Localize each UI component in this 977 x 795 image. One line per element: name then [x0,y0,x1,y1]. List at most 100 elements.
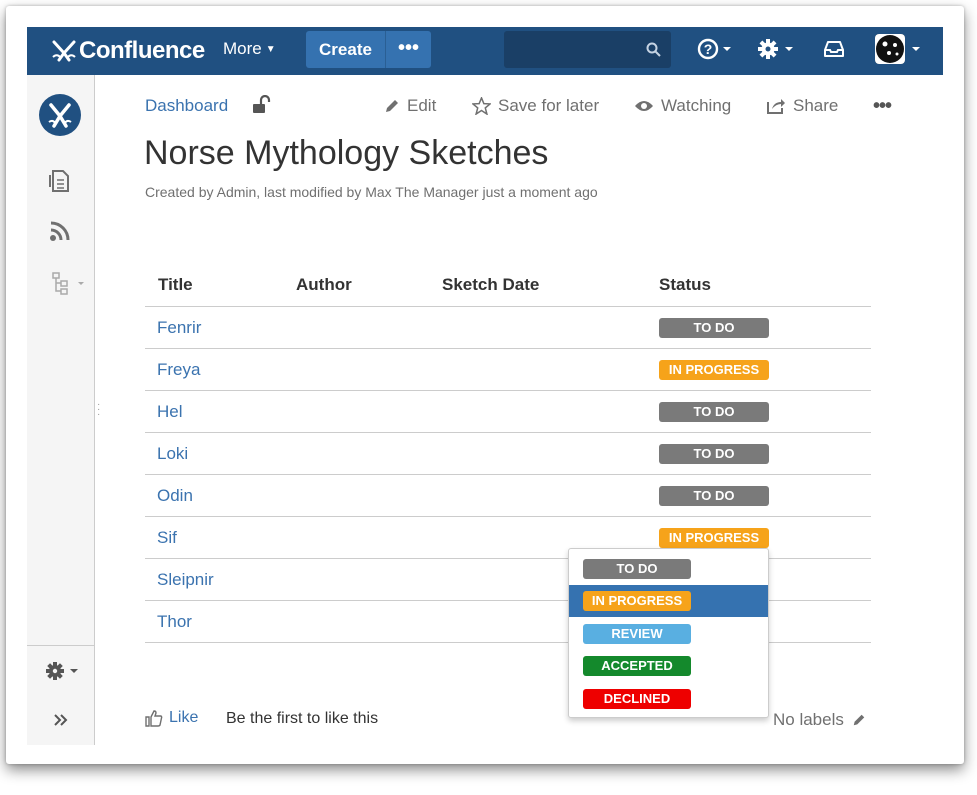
column-header-sketch-date: Sketch Date [429,264,646,307]
unlock-icon [253,94,271,113]
pencil-icon [386,100,398,112]
gear-icon [46,662,78,680]
inbox-icon [824,41,844,57]
status-dropdown: TO DO IN PROGRESS REVIEW ACCEPTED DECLINED [568,548,769,718]
double-chevron-right-icon [54,714,68,726]
breadcrumb-dashboard[interactable]: Dashboard [145,96,228,116]
table-header-row: Title Author Sketch Date Status [145,264,871,307]
like-label: Like [169,709,199,726]
row-author-cell [283,516,429,559]
row-status-cell[interactable]: IN PROGRESS [646,348,871,391]
page-metadata: Created by Admin, last modified by Max T… [145,184,598,200]
column-header-title: Title [145,264,283,307]
user-menu-chevron[interactable] [911,41,921,59]
row-title-link[interactable]: Hel [145,390,283,433]
row-title-link[interactable]: Thor [145,600,283,643]
blog-button[interactable] [48,219,72,248]
status-option[interactable]: REVIEW [569,618,768,650]
page-tree-button[interactable] [51,271,87,300]
gear-icon [758,39,793,59]
row-status-cell[interactable]: TO DO [646,390,871,433]
top-nav-bar: Confluence More ▼ Create ••• ? [27,27,943,75]
row-status-cell[interactable]: TO DO [646,432,871,475]
search-input[interactable] [504,31,671,68]
row-title-link[interactable]: Sif [145,516,283,559]
more-actions-button[interactable]: ••• [873,95,892,118]
status-option[interactable]: ACCEPTED [569,650,768,682]
row-author-cell [283,348,429,391]
confluence-logo-icon [52,40,76,62]
row-author-cell [283,558,429,601]
edit-button[interactable]: Edit [384,96,436,116]
space-logo-icon [48,103,72,128]
expand-sidebar-button[interactable] [53,712,69,733]
watching-label: Watching [661,96,732,115]
status-lozenge[interactable]: IN PROGRESS [659,359,769,380]
table-row: Odin TO DO [145,474,871,517]
page-title: Norse Mythology Sketches [144,134,549,172]
confluence-logo[interactable]: Confluence [51,35,205,67]
help-icon: ? [697,38,731,60]
share-label: Share [793,96,839,115]
svg-text:?: ? [704,41,713,57]
pages-icon [49,170,69,192]
status-lozenge[interactable]: TO DO [659,485,769,506]
sidebar-divider [27,645,94,646]
row-title-link[interactable]: Loki [145,432,283,475]
row-status-cell[interactable]: TO DO [646,306,871,349]
status-lozenge[interactable]: TO DO [659,443,769,464]
inbox-button[interactable] [822,37,846,66]
eye-icon [635,101,653,111]
table-row: Fenrir TO DO [145,306,871,349]
like-button[interactable]: Like [145,709,198,727]
pages-button[interactable] [48,167,72,198]
row-title-link[interactable]: Freya [145,348,283,391]
sidebar-resize-handle[interactable]: · · · [97,400,100,420]
row-sketch-date-cell [429,432,646,475]
space-settings-button[interactable] [45,660,83,689]
user-avatar[interactable] [875,34,905,64]
table-row: Freya IN PROGRESS [145,348,871,391]
row-status-cell[interactable]: TO DO [646,474,871,517]
row-sketch-date-cell [429,474,646,517]
row-sketch-date-cell [429,390,646,433]
help-menu[interactable]: ? [697,37,733,68]
create-more-button[interactable]: ••• [385,31,431,68]
create-button[interactable]: Create [306,31,385,68]
space-logo[interactable] [39,94,81,136]
status-option-lozenge: ACCEPTED [583,656,691,676]
pencil-icon[interactable] [852,713,866,727]
status-option-lozenge: REVIEW [583,624,691,644]
page-tree-icon [52,272,84,295]
restrictions-button[interactable] [251,94,271,120]
save-for-later-label: Save for later [498,96,600,115]
column-header-status: Status [646,264,871,307]
more-label: More [223,39,262,58]
settings-menu[interactable] [757,37,797,68]
status-option[interactable]: IN PROGRESS [569,585,768,617]
more-menu[interactable]: More ▼ [223,39,276,59]
edit-label: Edit [407,96,437,115]
watching-button[interactable]: Watching [634,96,731,116]
status-option[interactable]: DECLINED [569,683,768,715]
app-name: Confluence [79,37,205,64]
status-option[interactable]: TO DO [569,553,768,585]
no-labels-text: No labels [773,710,844,729]
share-icon [767,99,785,114]
thumbs-up-icon [145,709,163,727]
row-author-cell [283,306,429,349]
status-lozenge[interactable]: TO DO [659,401,769,422]
table-row: Loki TO DO [145,432,871,475]
share-button[interactable]: Share [766,96,838,116]
row-sketch-date-cell [429,306,646,349]
row-author-cell [283,600,429,643]
row-title-link[interactable]: Odin [145,474,283,517]
row-title-link[interactable]: Sleipnir [145,558,283,601]
status-lozenge[interactable]: IN PROGRESS [659,527,769,548]
save-for-later-button[interactable]: Save for later [472,96,599,116]
row-title-link[interactable]: Fenrir [145,306,283,349]
labels-section: No labels [773,710,866,730]
avatar-icon [875,34,905,64]
like-summary: Be the first to like this [226,710,379,727]
status-lozenge[interactable]: TO DO [659,317,769,338]
